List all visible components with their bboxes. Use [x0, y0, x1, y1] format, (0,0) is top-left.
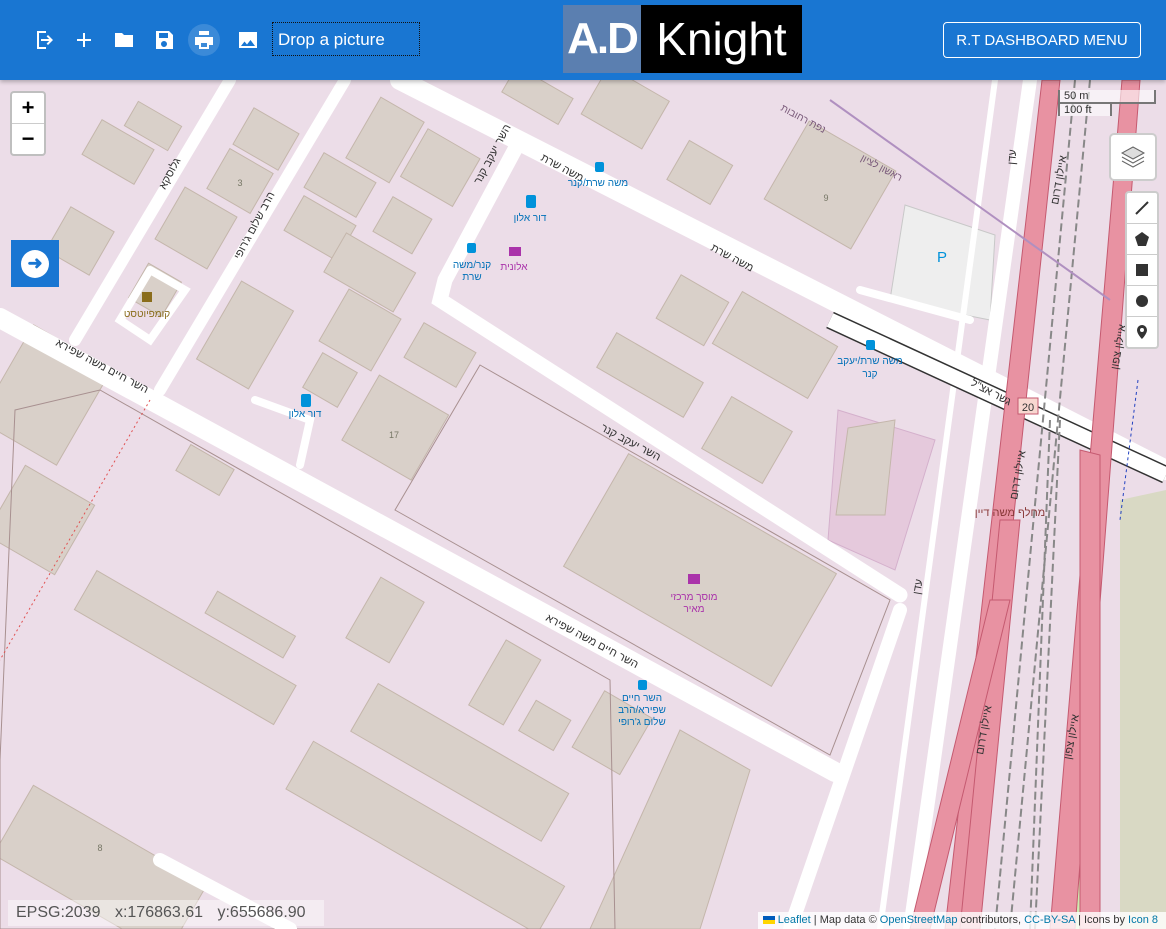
- open-panel-button[interactable]: ➜: [11, 240, 59, 287]
- house-number: 8: [97, 843, 102, 853]
- label-stop: שלום ג'רופי: [618, 716, 666, 728]
- leaflet-link[interactable]: Leaflet: [778, 914, 811, 926]
- logo-left-text: A.D: [563, 5, 641, 73]
- circle-icon: [1136, 295, 1148, 307]
- scale-bar: 50 m 100 ft: [1058, 90, 1156, 116]
- label-stop: משה שרת/יעקב: [837, 356, 903, 367]
- drop-picture-zone[interactable]: Drop a picture: [272, 22, 420, 56]
- save-icon[interactable]: [148, 24, 180, 56]
- coordinates-readout: EPSG:2039 x:176863.61 y:655686.90: [8, 900, 324, 926]
- draw-rectangle-button[interactable]: [1127, 255, 1157, 286]
- icon8-link[interactable]: Icon 8: [1128, 914, 1158, 926]
- attribution-text: contributors,: [957, 914, 1025, 926]
- label-fuel: דור אלון: [514, 212, 547, 224]
- epsg-label: EPSG:2039: [16, 904, 101, 921]
- label-garage: מאיר: [683, 604, 704, 615]
- label-stop: שרת: [462, 272, 481, 283]
- zoom-out-button[interactable]: −: [12, 123, 44, 154]
- logo-right-text: Knight: [641, 5, 802, 73]
- house-number: 3: [237, 178, 242, 188]
- label-stop: שפירא/הרב: [618, 705, 666, 716]
- draw-toolbar: [1125, 191, 1159, 349]
- attribution-text: | Map data ©: [810, 914, 880, 926]
- zoom-control: + −: [10, 91, 46, 156]
- label-junction: מחלף משה דיין: [975, 506, 1046, 519]
- arrow-right-icon: ➜: [21, 249, 49, 278]
- map-canvas[interactable]: משה שרת משה שרת השר יעקב קנר השר יעקב קנ…: [0, 0, 1166, 929]
- logout-icon[interactable]: [28, 24, 60, 56]
- label-stop: השר חיים: [622, 693, 662, 704]
- label-stop: משה שרת/קנר: [568, 178, 628, 189]
- label-garage: מוסך מרכזי: [670, 592, 717, 603]
- draw-polyline-button[interactable]: [1127, 193, 1157, 224]
- osm-link[interactable]: OpenStreetMap: [880, 914, 958, 926]
- zoom-in-button[interactable]: +: [12, 93, 44, 123]
- ukraine-flag-icon: [762, 916, 775, 925]
- label-shop: אלונית: [500, 261, 528, 273]
- draw-polygon-button[interactable]: [1127, 224, 1157, 255]
- attribution-text: | Icons by: [1075, 914, 1129, 926]
- road-shield: 20: [1022, 402, 1034, 414]
- attribution: Leaflet | Map data © OpenStreetMap contr…: [757, 912, 1166, 929]
- marker-icon: [1137, 325, 1147, 339]
- polyline-icon: [1135, 201, 1149, 215]
- license-link[interactable]: CC-BY-SA: [1024, 914, 1075, 926]
- print-icon[interactable]: [188, 24, 220, 56]
- image-icon[interactable]: [232, 24, 264, 56]
- logo: A.D Knight: [563, 5, 802, 73]
- house-number: 9: [823, 193, 828, 203]
- x-coordinate: x:176863.61: [114, 904, 204, 921]
- folder-icon[interactable]: [108, 24, 140, 56]
- polygon-icon: [1135, 232, 1149, 246]
- house-number: 17: [389, 430, 399, 440]
- top-toolbar: Drop a picture A.D Knight R.T DASHBOARD …: [0, 0, 1166, 80]
- layers-icon: [1120, 146, 1146, 168]
- layers-button[interactable]: [1109, 133, 1157, 181]
- label-stop: קנר/משה: [453, 260, 491, 271]
- draw-circle-button[interactable]: [1127, 286, 1157, 317]
- draw-marker-button[interactable]: [1127, 317, 1157, 347]
- add-icon[interactable]: [68, 24, 100, 56]
- label-eden: עדן: [1006, 149, 1019, 165]
- y-coordinate: y:655686.90: [217, 904, 306, 921]
- dashboard-menu-button[interactable]: R.T DASHBOARD MENU: [943, 22, 1141, 58]
- parking-icon: P: [937, 249, 947, 266]
- label-shop: קומפיוטסט: [124, 309, 170, 320]
- rectangle-icon: [1136, 264, 1148, 276]
- label-stop: קנר: [862, 369, 877, 380]
- scale-imperial: 100 ft: [1058, 102, 1112, 116]
- label-fuel: דור אלון: [289, 408, 322, 420]
